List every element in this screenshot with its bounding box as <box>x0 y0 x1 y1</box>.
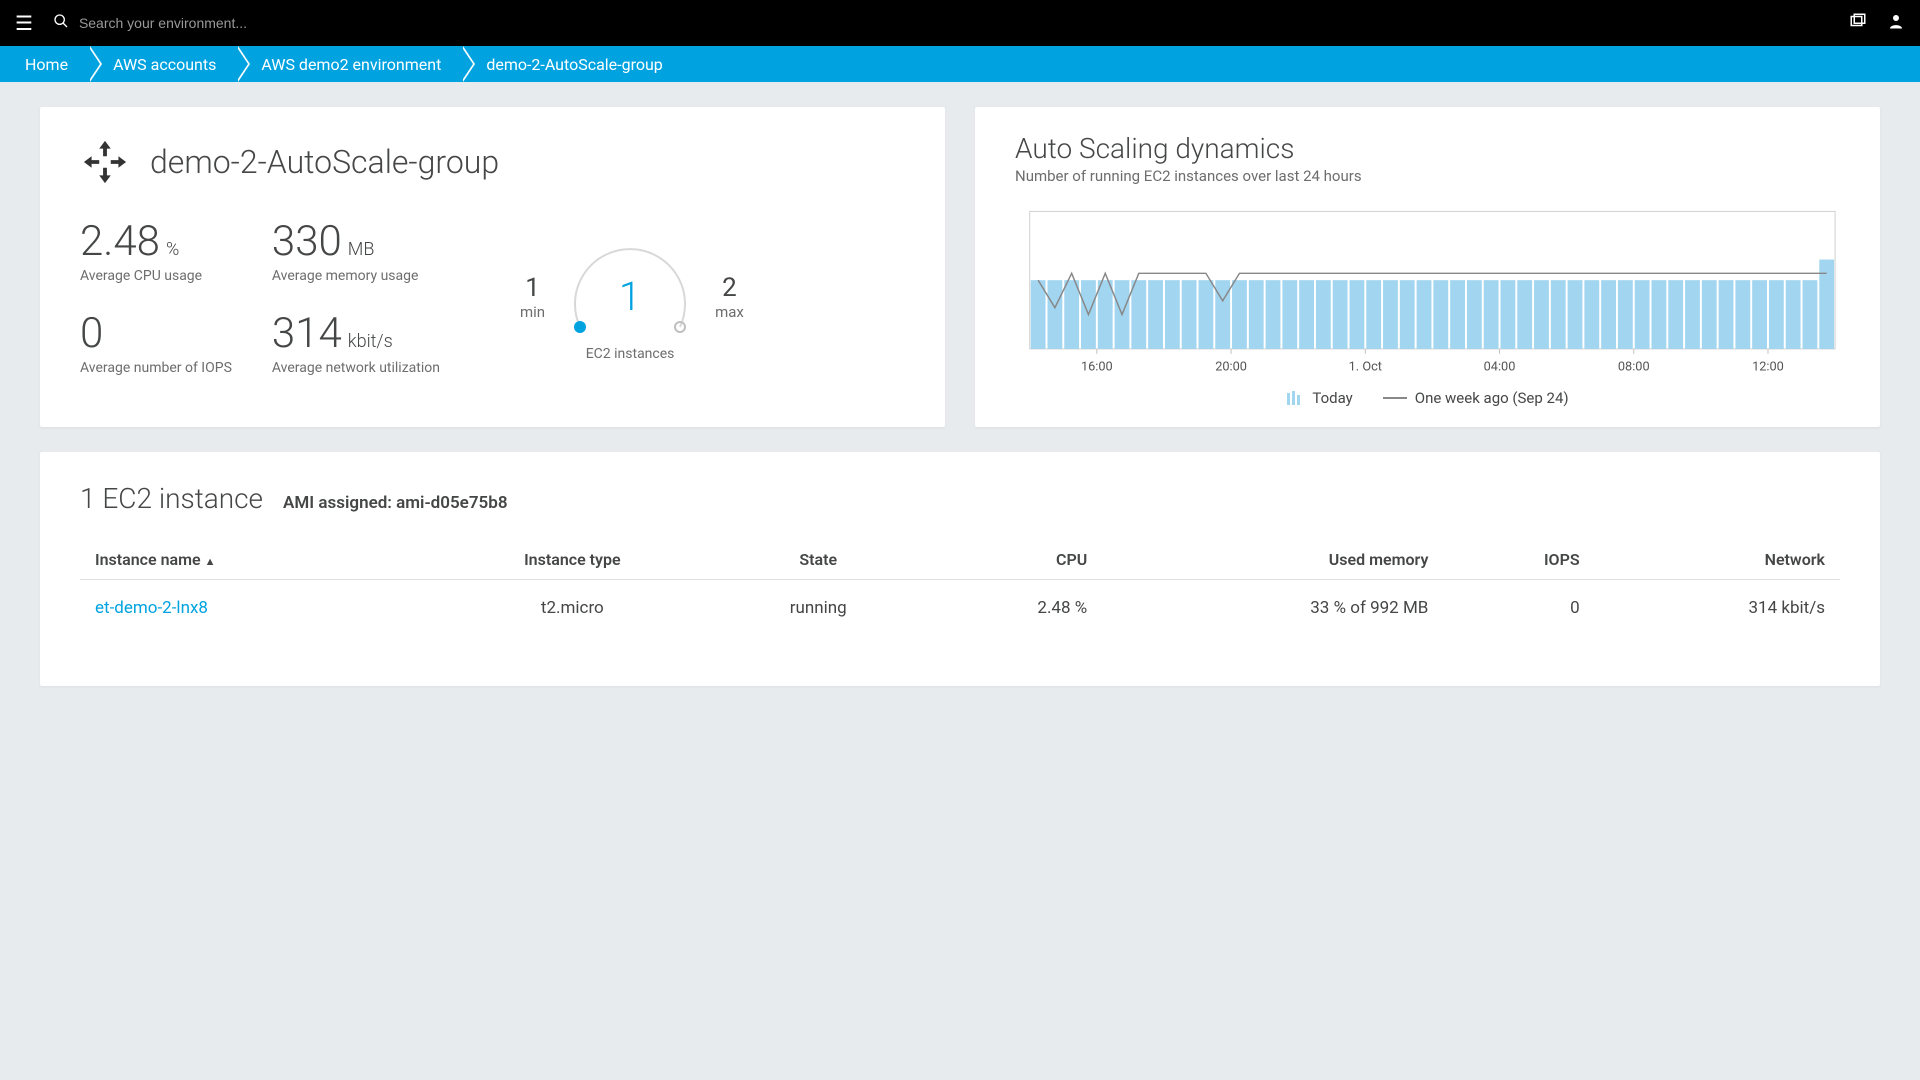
svg-text:1. Oct: 1. Oct <box>1349 360 1382 375</box>
metric-net: 314 kbit/s Average network utilization <box>272 309 440 376</box>
net-unit: kbit/s <box>348 331 393 352</box>
gauge-wrap: 1 min 1 EC2 instances 2 <box>520 217 744 376</box>
instances-table: Instance name ▲ Instance type State CPU … <box>80 540 1840 636</box>
gauge-max-label: max <box>715 303 744 321</box>
table-row[interactable]: et-demo-2-lnx8 t2.microrunning2.48 %33 % … <box>80 580 1840 637</box>
svg-text:20:00: 20:00 <box>1215 360 1247 375</box>
search-icon[interactable] <box>53 13 69 33</box>
metric-mem: 330 MB Average memory usage <box>272 217 440 284</box>
search-wrap <box>53 13 1829 33</box>
th-mem[interactable]: Used memory <box>1102 540 1443 580</box>
svg-text:12:00: 12:00 <box>1752 360 1784 375</box>
net-value: 314 <box>272 309 342 358</box>
page-title: demo-2-AutoScale-group <box>150 143 499 181</box>
cell-mem: 33 % of 992 MB <box>1102 580 1443 637</box>
th-name[interactable]: Instance name ▲ <box>80 540 427 580</box>
th-net[interactable]: Network <box>1595 540 1840 580</box>
gauge-max-value: 2 <box>715 273 744 303</box>
cell-type: t2.micro <box>427 580 718 637</box>
instances-card: 1 EC2 instance AMI assigned: ami-d05e75b… <box>40 452 1880 686</box>
menu-icon[interactable]: ☰ <box>15 11 33 35</box>
sort-indicator-icon: ▲ <box>205 555 216 568</box>
chart-legend: Today One week ago (Sep 24) <box>1015 389 1840 407</box>
svg-text:16:00: 16:00 <box>1081 360 1113 375</box>
row-top: demo-2-AutoScale-group 2.48% Average CPU… <box>40 107 1880 427</box>
instance-link[interactable]: et-demo-2-lnx8 <box>95 598 208 618</box>
mem-label: Average memory usage <box>272 268 440 284</box>
gauge-max: 2 max <box>715 273 744 321</box>
breadcrumb-environment[interactable]: AWS demo2 environment <box>236 46 461 82</box>
iops-label: Average number of IOPS <box>80 360 232 376</box>
content: demo-2-AutoScale-group 2.48% Average CPU… <box>0 82 1920 711</box>
mem-unit: MB <box>348 239 375 260</box>
gauge-label: EC2 instances <box>560 346 700 362</box>
legend-prev-label: One week ago (Sep 24) <box>1415 389 1569 407</box>
windows-icon[interactable] <box>1849 12 1867 35</box>
user-icon[interactable] <box>1887 12 1905 35</box>
overview-header: demo-2-AutoScale-group <box>80 137 905 187</box>
cpu-value: 2.48 <box>80 217 160 266</box>
th-iops[interactable]: IOPS <box>1443 540 1594 580</box>
autoscale-icon <box>80 137 130 187</box>
dynamics-subtitle: Number of running EC2 instances over las… <box>1015 167 1840 185</box>
cell-iops: 0 <box>1443 580 1594 637</box>
svg-text:04:00: 04:00 <box>1484 360 1516 375</box>
topbar-right <box>1849 12 1905 35</box>
ami-assigned: AMI assigned: ami-d05e75b8 <box>283 493 508 513</box>
legend-today-label: Today <box>1312 389 1352 407</box>
cell-cpu: 2.48 % <box>918 580 1102 637</box>
net-label: Average network utilization <box>272 360 440 376</box>
cpu-unit: % <box>166 239 179 260</box>
th-cpu[interactable]: CPU <box>918 540 1102 580</box>
metrics-grid: 2.48% Average CPU usage 0 Average number… <box>80 217 905 376</box>
cpu-label: Average CPU usage <box>80 268 232 284</box>
instances-header: 1 EC2 instance AMI assigned: ami-d05e75b… <box>80 482 1840 515</box>
gauge: 1 EC2 instances <box>560 232 700 362</box>
breadcrumb-accounts[interactable]: AWS accounts <box>88 46 236 82</box>
dynamics-title: Auto Scaling dynamics <box>1015 132 1840 165</box>
cell-state: running <box>718 580 918 637</box>
breadcrumb-home[interactable]: Home <box>0 46 88 82</box>
dynamics-card: Auto Scaling dynamics Number of running … <box>975 107 1880 427</box>
gauge-min-value: 1 <box>520 273 545 303</box>
legend-today: Today <box>1286 389 1352 407</box>
instances-title: 1 EC2 instance <box>80 482 263 515</box>
iops-value: 0 <box>80 309 103 358</box>
breadcrumb: Home AWS accounts AWS demo2 environment … <box>0 46 1920 82</box>
svg-text:08:00: 08:00 <box>1618 360 1650 375</box>
breadcrumb-current[interactable]: demo-2-AutoScale-group <box>461 46 682 82</box>
gauge-value: 1 <box>619 273 641 320</box>
th-type[interactable]: Instance type <box>427 540 718 580</box>
gauge-min: 1 min <box>520 273 545 321</box>
overview-card: demo-2-AutoScale-group 2.48% Average CPU… <box>40 107 945 427</box>
metric-iops: 0 Average number of IOPS <box>80 309 232 376</box>
mem-value: 330 <box>272 217 342 266</box>
th-state[interactable]: State <box>718 540 918 580</box>
search-input[interactable] <box>79 15 379 31</box>
gauge-min-label: min <box>520 303 545 321</box>
dynamics-chart: 16:00 20:00 1. Oct 04:00 08:00 12:00 <box>1015 200 1840 384</box>
cell-net: 314 kbit/s <box>1595 580 1840 637</box>
metric-cpu: 2.48% Average CPU usage <box>80 217 232 284</box>
legend-prev: One week ago (Sep 24) <box>1383 389 1569 407</box>
top-bar: ☰ <box>0 0 1920 46</box>
